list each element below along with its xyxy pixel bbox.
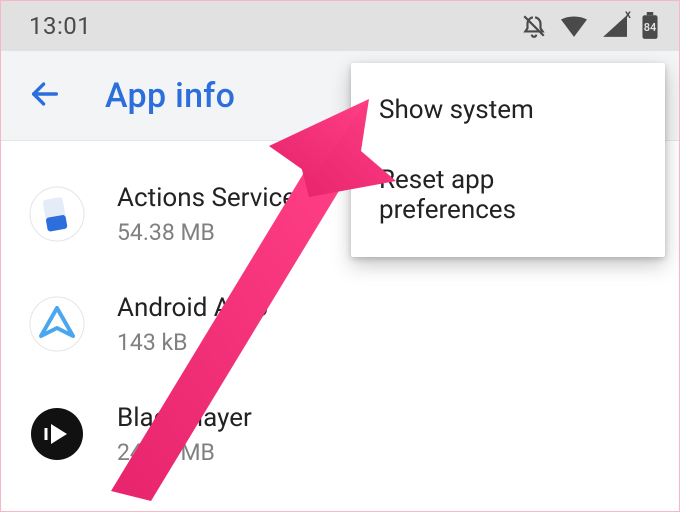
- app-row-blackplayer[interactable]: BlackPlayer 24.93 MB: [1, 379, 679, 489]
- app-icon: [27, 294, 87, 354]
- app-icon: [27, 404, 87, 464]
- status-icons: x 84: [521, 12, 659, 40]
- app-row-android-auto[interactable]: Android Auto 143 kB: [1, 269, 679, 379]
- menu-reset-app-preferences[interactable]: Reset app preferences: [351, 145, 665, 245]
- app-size: 54.38 MB: [117, 219, 309, 246]
- cell-signal-icon: x: [601, 15, 627, 37]
- menu-show-system[interactable]: Show system: [351, 75, 665, 145]
- page-title: App info: [105, 76, 235, 116]
- app-size: 24.93 MB: [117, 439, 252, 466]
- battery-icon: 84: [641, 12, 659, 40]
- arrow-back-icon: [28, 77, 62, 115]
- app-icon: [27, 184, 87, 244]
- do-not-disturb-icon: [521, 13, 547, 39]
- overflow-menu: Show system Reset app preferences: [351, 63, 665, 257]
- app-name: BlackPlayer: [117, 403, 252, 433]
- app-name: Android Auto: [117, 293, 268, 323]
- wifi-icon: [561, 15, 587, 37]
- status-bar: 13:01 x 84: [1, 1, 679, 51]
- battery-level: 84: [641, 21, 659, 34]
- app-size: 143 kB: [117, 329, 268, 356]
- app-text: Android Auto 143 kB: [117, 293, 268, 356]
- app-text: Actions Services 54.38 MB: [117, 183, 309, 246]
- back-button[interactable]: [19, 70, 71, 122]
- app-name: Actions Services: [117, 183, 309, 213]
- app-text: BlackPlayer 24.93 MB: [117, 403, 252, 466]
- status-time: 13:01: [29, 12, 91, 40]
